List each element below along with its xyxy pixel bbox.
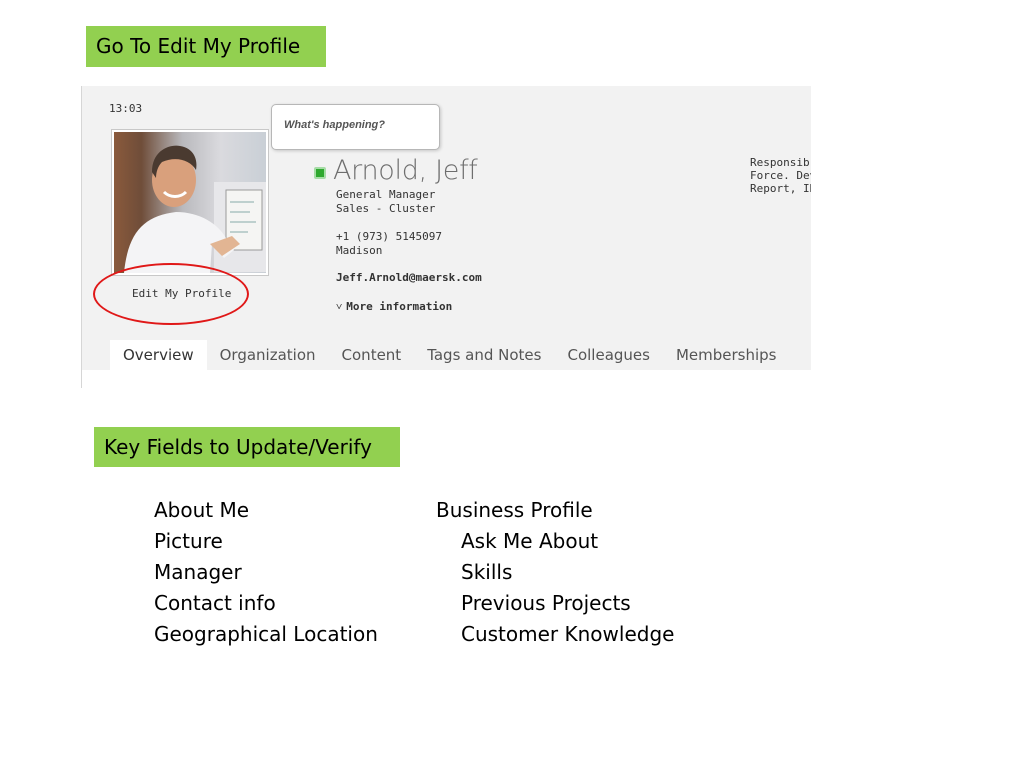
tab-organization[interactable]: Organization (207, 340, 329, 370)
profile-name: Arnold, Jeff (333, 155, 478, 186)
list-item: Skills (461, 560, 513, 584)
department: Sales - Cluster (336, 202, 436, 215)
tab-memberships[interactable]: Memberships (663, 340, 790, 370)
key-fields-label: Key Fields to Update/Verify (94, 427, 400, 467)
divider (81, 86, 82, 388)
about-line: Responsib (750, 156, 810, 169)
chevron-down-icon: ˅ (336, 300, 343, 313)
person-illustration (124, 145, 266, 273)
about-line: Force. Dev (750, 169, 811, 182)
list-item: Ask Me About (461, 529, 599, 553)
list-item: Manager (154, 560, 242, 584)
more-information-toggle[interactable]: ˅ More information (336, 300, 452, 313)
list-item: Picture (154, 529, 223, 553)
go-to-edit-profile-label: Go To Edit My Profile (86, 26, 326, 67)
phone-number: +1 (973) 5145097 (336, 230, 442, 243)
office-location: Madison (336, 244, 383, 257)
business-profile-list: Business Profile Ask Me About Skills Pre… (436, 495, 674, 650)
list-item: About Me (154, 498, 250, 522)
key-fields-list: About Me Picture Manager Contact info Ge… (154, 495, 378, 650)
tab-tags-and-notes[interactable]: Tags and Notes (414, 340, 554, 370)
about-me-preview: Responsib Force. Dev Report, IN (750, 156, 811, 195)
job-title: General Manager (336, 188, 436, 201)
list-item: Previous Projects (461, 591, 631, 615)
list-item: Customer Knowledge (461, 622, 675, 646)
more-information-label: More information (346, 300, 453, 313)
status-prompt[interactable]: What's happening? (284, 119, 385, 131)
time-label: 13:03 (109, 102, 143, 115)
highlight-circle (93, 263, 249, 325)
email-link[interactable]: Jeff.Arnold@maersk.com (336, 271, 482, 284)
list-heading: Business Profile (436, 498, 593, 522)
profile-tabs: Overview Organization Content Tags and N… (110, 340, 790, 370)
tab-overview[interactable]: Overview (110, 340, 207, 370)
tab-content[interactable]: Content (329, 340, 415, 370)
presence-icon (314, 167, 326, 179)
profile-picture-image (114, 132, 266, 273)
about-line: Report, IN (750, 182, 811, 195)
profile-photo (111, 129, 269, 276)
list-item: Geographical Location (154, 622, 378, 646)
list-item: Contact info (154, 591, 276, 615)
profile-screenshot: 13:03 Edit My Profile What's happening? (81, 86, 811, 388)
tab-colleagues[interactable]: Colleagues (554, 340, 662, 370)
